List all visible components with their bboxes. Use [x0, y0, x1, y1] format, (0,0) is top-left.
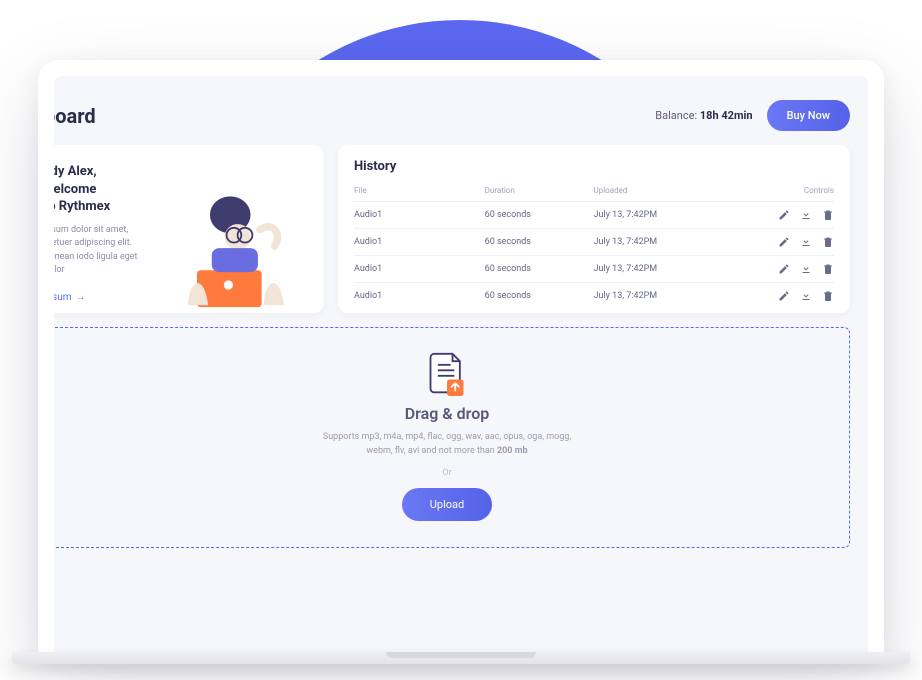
table-row: Audio1 60 seconds July 13, 7:42PM — [354, 282, 834, 309]
buy-now-button[interactable]: Buy Now — [767, 100, 850, 131]
drop-body-bold: 200 mb — [497, 446, 528, 456]
history-table: File Duration Uploaded Controls Audio1 6… — [354, 182, 834, 309]
delete-icon[interactable] — [822, 290, 834, 302]
col-file: File — [354, 186, 485, 195]
history-card: History File Duration Uploaded Controls … — [338, 145, 850, 313]
welcome-link-label: ipsum — [54, 292, 72, 303]
welcome-heading: vdy Alex, welcome to Rythmex — [54, 163, 150, 216]
cell-uploaded: July 13, 7:42PM — [594, 237, 746, 247]
col-duration: Duration — [485, 186, 594, 195]
table-row: Audio1 60 seconds July 13, 7:42PM — [354, 201, 834, 228]
drop-title: Drag & drop — [405, 404, 490, 423]
download-icon[interactable] — [800, 263, 812, 275]
cell-uploaded: July 13, 7:42PM — [594, 264, 746, 274]
cell-duration: 60 seconds — [485, 264, 594, 274]
delete-icon[interactable] — [822, 209, 834, 221]
welcome-illustration — [158, 189, 308, 313]
cell-duration: 60 seconds — [485, 210, 594, 220]
cell-duration: 60 seconds — [485, 237, 594, 247]
edit-icon[interactable] — [778, 263, 790, 275]
delete-icon[interactable] — [822, 263, 834, 275]
welcome-body: ipsum dolor sit amet, ctetuer adipiscing… — [54, 224, 150, 278]
col-controls: Controls — [746, 186, 834, 195]
welcome-link[interactable]: ipsum → — [54, 292, 86, 303]
history-title: History — [354, 159, 834, 174]
cell-file: Audio1 — [354, 291, 485, 301]
drop-body: Supports mp3, m4a, mp4, flac, ogg, wav, … — [317, 431, 577, 458]
cell-file: Audio1 — [354, 264, 485, 274]
cell-uploaded: July 13, 7:42PM — [594, 291, 746, 301]
app-screen: board Balance: 18h 42min Buy Now vdy Ale… — [54, 76, 868, 655]
device-mockup-frame: board Balance: 18h 42min Buy Now vdy Ale… — [38, 60, 884, 655]
drop-body-pre: Supports mp3, m4a, mp4, flac, ogg, wav, … — [323, 432, 571, 456]
upload-button[interactable]: Upload — [402, 488, 492, 521]
page-title: board — [54, 104, 96, 128]
download-icon[interactable] — [800, 236, 812, 248]
drop-or: Or — [442, 468, 451, 478]
download-icon[interactable] — [800, 290, 812, 302]
history-table-head: File Duration Uploaded Controls — [354, 182, 834, 201]
download-icon[interactable] — [800, 209, 812, 221]
topbar: board Balance: 18h 42min Buy Now — [54, 90, 850, 131]
cell-file: Audio1 — [354, 210, 485, 220]
cell-duration: 60 seconds — [485, 291, 594, 301]
balance-value: 18h 42min — [700, 109, 753, 122]
device-base — [0, 652, 922, 670]
balance-label: Balance: — [655, 109, 700, 122]
edit-icon[interactable] — [778, 209, 790, 221]
edit-icon[interactable] — [778, 290, 790, 302]
table-row: Audio1 60 seconds July 13, 7:42PM — [354, 228, 834, 255]
welcome-card: vdy Alex, welcome to Rythmex ipsum dolor… — [54, 145, 324, 313]
cell-file: Audio1 — [354, 237, 485, 247]
drag-drop-zone[interactable]: Drag & drop Supports mp3, m4a, mp4, flac… — [54, 327, 850, 548]
table-row: Audio1 60 seconds July 13, 7:42PM — [354, 255, 834, 282]
balance-display: Balance: 18h 42min — [655, 109, 752, 122]
arrow-right-icon: → — [76, 292, 86, 303]
edit-icon[interactable] — [778, 236, 790, 248]
file-upload-icon — [428, 352, 466, 396]
col-uploaded: Uploaded — [594, 186, 746, 195]
cell-uploaded: July 13, 7:42PM — [594, 210, 746, 220]
delete-icon[interactable] — [822, 236, 834, 248]
